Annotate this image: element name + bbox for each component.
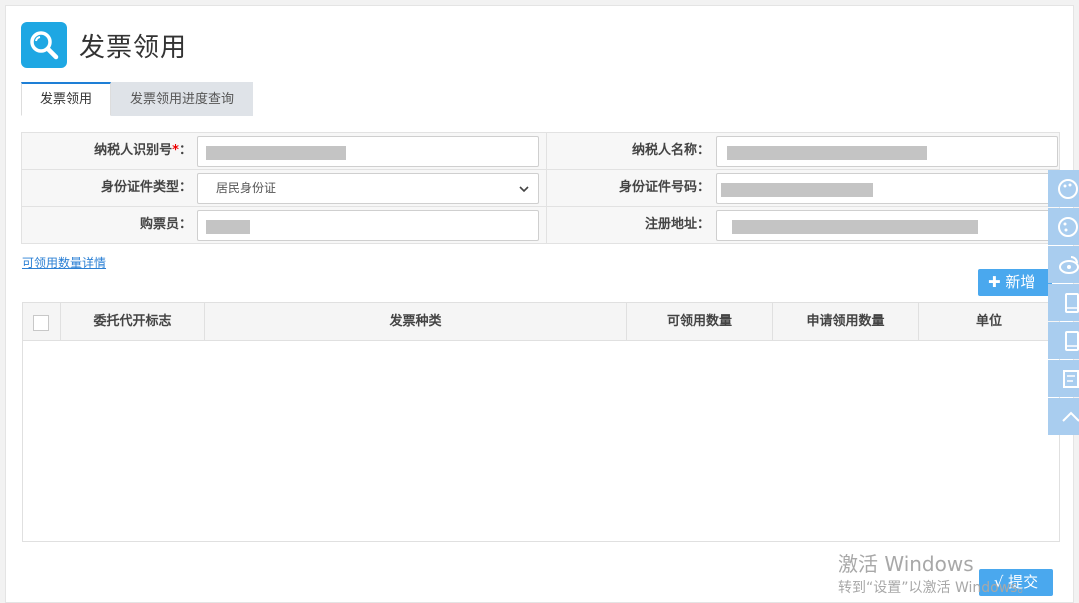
id-type-select[interactable]: 居民身份证 [197,173,539,204]
tab-invoice-claim[interactable]: 发票领用 [21,82,112,116]
redacted-value [206,146,346,160]
tablet-icon[interactable] [1048,322,1079,359]
palette-alt-icon[interactable] [1048,208,1079,245]
weibo-icon[interactable] [1048,246,1079,283]
column-header[interactable]: 可领用数量 [627,303,773,340]
redacted-value [727,146,927,160]
column-header[interactable]: 申请领用数量 [773,303,919,340]
address-field[interactable] [716,210,1058,241]
id-type-value: 居民身份证 [216,181,277,195]
select-all-cell [23,303,61,340]
page-header: 发票领用 [21,21,187,69]
palette-icon[interactable] [1048,170,1079,207]
windows-activation-title: 激活 Windows [838,552,974,576]
form-row-taxpayer: 纳税人识别号*： 纳税人名称： [22,133,1059,170]
address-label: 注册地址： [644,217,710,232]
tab-claim-progress[interactable]: 发票领用进度查询 [111,82,254,116]
column-header[interactable]: 单位 [919,303,1059,340]
page-title: 发票领用 [79,32,188,63]
back-to-top-icon[interactable] [1048,398,1079,435]
form-row-id: 身份证件类型： 居民身份证 身份证件号码： [22,170,1059,207]
invoice-table: 委托代开标志 发票种类 可领用数量 申请领用数量 单位 [22,302,1060,542]
taxpayer-id-label: 纳税人识别号*： [94,143,192,158]
feedback-icon[interactable] [1048,360,1079,397]
available-quantity-detail-link[interactable]: 可领用数量详情 [22,254,106,271]
add-button[interactable]: ✚ 新增 [978,269,1052,296]
redacted-value [732,220,978,234]
taxpayer-name-label: 纳税人名称： [631,143,710,158]
chevron-down-icon [519,186,529,193]
floating-side-toolbar [1048,170,1079,436]
windows-activation-hint: 转到“设置”以激活 Windows。 [838,580,1032,596]
table-header: 委托代开标志 发票种类 可领用数量 申请领用数量 单位 [23,303,1059,341]
mobile-icon[interactable] [1048,284,1079,321]
redacted-value [721,183,873,197]
required-mark: * [172,143,179,158]
buyer-label: 购票员： [139,217,192,232]
buyer-field[interactable] [197,210,539,241]
column-header[interactable]: 发票种类 [205,303,627,340]
form-row-buyer: 购票员： 注册地址： [22,207,1059,244]
id-type-label: 身份证件类型： [100,180,192,195]
id-number-label: 身份证件号码： [618,180,710,195]
select-all-checkbox[interactable] [33,315,49,331]
taxpayer-name-field[interactable] [716,136,1058,167]
search-icon [21,22,67,68]
page: 发票领用 发票领用 发票领用进度查询 纳税人识别号*： 纳税人名称： 身份证件类… [5,5,1074,603]
column-header[interactable]: 委托代开标志 [61,303,205,340]
tab-bar: 发票领用 发票领用进度查询 [21,82,1056,116]
taxpayer-id-field[interactable] [197,136,539,167]
redacted-value [206,220,250,234]
taxpayer-form: 纳税人识别号*： 纳税人名称： 身份证件类型： 居民身份证 身份证件号码： 购票… [21,132,1060,244]
id-number-field[interactable] [716,173,1058,204]
